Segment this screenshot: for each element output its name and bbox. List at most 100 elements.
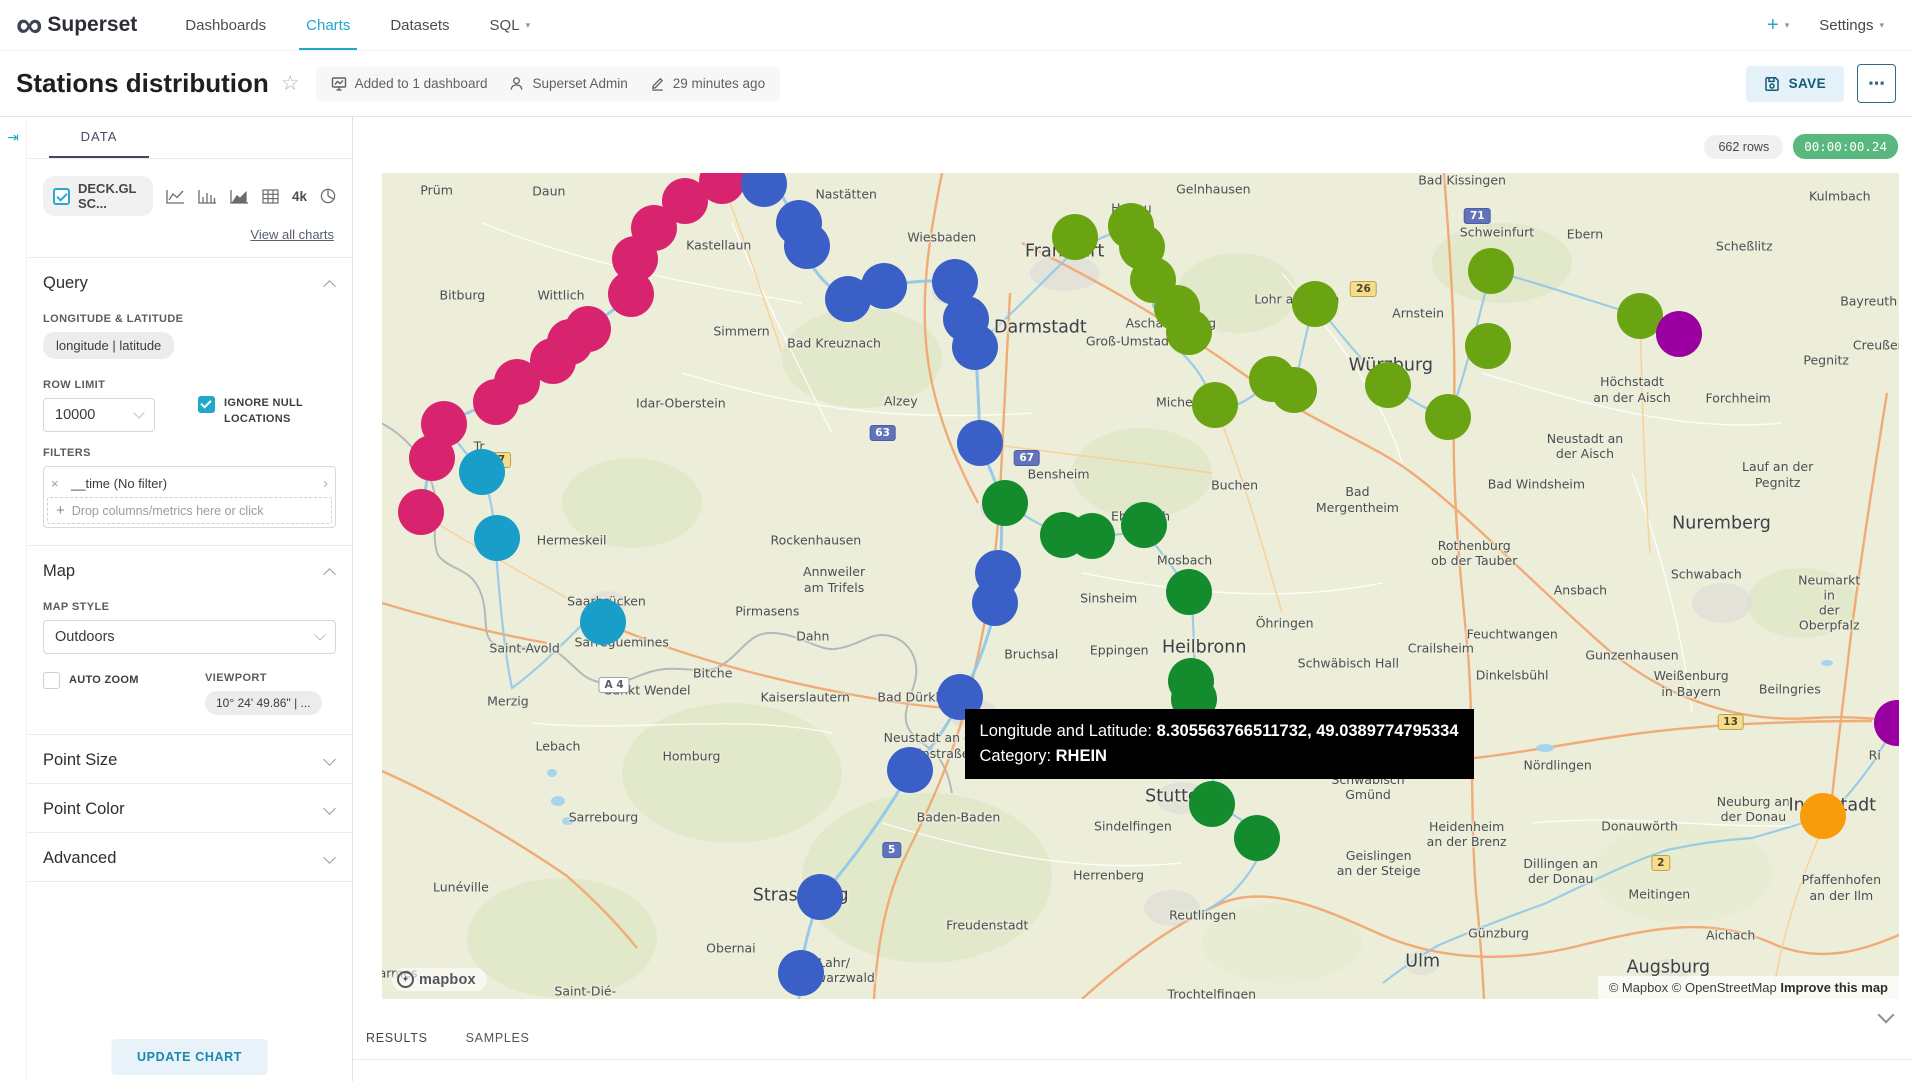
city-label: Annweiler am Trifels [803,564,865,595]
chevron-down-icon [323,753,336,766]
map-point-cyan[interactable] [474,515,520,561]
map-point-blue[interactable] [784,223,830,269]
map-point-blue[interactable] [797,874,843,920]
viewport-value-pill[interactable]: 10° 24' 49.86" | ... [205,691,322,715]
mapbox-logo[interactable]: ✦ mapbox [392,968,487,991]
city-label: Aichach [1706,927,1755,942]
city-label: Höchstadt an der Aisch [1593,374,1671,405]
city-label: Günzburg [1468,925,1529,940]
tab-data[interactable]: DATA [49,117,149,158]
nav-item-sql[interactable]: SQL▾ [470,0,551,50]
view-all-charts-link[interactable]: View all charts [43,227,334,242]
map-point-olive[interactable] [1425,394,1471,440]
collapse-results-chevron-icon[interactable] [1878,1007,1895,1024]
city-label: Idar-Oberstein [636,396,726,411]
area-chart-icon[interactable] [230,189,249,204]
attribution-improve-link[interactable]: Improve this map [1780,980,1888,995]
city-label: Feuchtwangen [1467,626,1558,641]
pie-chart-icon[interactable] [320,188,336,204]
section-query[interactable]: Query [43,258,336,306]
map-point-olive[interactable] [1052,214,1098,260]
superset-logo[interactable]: ∞ Superset [16,5,137,45]
modified-meta[interactable]: 29 minutes ago [650,76,765,91]
map-point-blue[interactable] [952,324,998,370]
chevron-up-icon [323,568,336,581]
section-point-color[interactable]: Point Color [43,784,336,832]
save-button[interactable]: SAVE [1746,66,1844,102]
map-point-blue[interactable] [887,747,933,793]
more-options-button[interactable]: ⋯ [1857,64,1896,103]
map-point-olive[interactable] [1465,323,1511,369]
map-point-cyan[interactable] [459,449,505,495]
section-advanced[interactable]: Advanced [43,833,336,881]
collapse-panel-icon[interactable]: ⇥ [0,129,26,146]
map-point-olive[interactable] [1192,382,1238,428]
nav-item-charts[interactable]: Charts [286,0,370,50]
map-point-green[interactable] [1234,815,1280,861]
city-label: Arnstein [1392,306,1444,321]
favorite-star-icon[interactable]: ☆ [281,71,300,96]
road-shield: 5 [882,842,901,858]
section-map[interactable]: Map [43,546,336,594]
filter-item-time[interactable]: × __time (No filter) › [47,470,332,497]
ignore-null-checkbox[interactable] [198,396,215,413]
attribution-mapbox-link[interactable]: © Mapbox [1609,980,1668,995]
map-point-green[interactable] [982,480,1028,526]
map-point-pink[interactable] [608,271,654,317]
deckgl-map[interactable]: Longitude and Latitude: 8.30556376651173… [382,173,1899,999]
filter-drop-zone[interactable]: + Drop columns/metrics here or click [47,497,332,524]
new-item-button[interactable]: + ▾ [1767,14,1789,37]
lonlat-label: LONGITUDE & LATITUDE [43,313,336,325]
city-label: Beilngries [1759,682,1821,697]
table-icon[interactable] [262,189,279,204]
auto-zoom-checkbox[interactable] [43,672,60,689]
map-point-blue[interactable] [957,420,1003,466]
map-point-olive[interactable] [1468,248,1514,294]
road-shield: 13 [1717,714,1744,730]
city-label: Öhringen [1256,616,1314,631]
viz-4k-option[interactable]: 4k [292,189,307,204]
map-point-blue[interactable] [778,950,824,996]
update-chart-button[interactable]: UPDATE CHART [111,1039,268,1075]
tab-results[interactable]: RESULTS [366,1031,428,1045]
owner-meta[interactable]: Superset Admin [509,76,627,91]
map-point-blue[interactable] [861,263,907,309]
map-point-pink[interactable] [409,435,455,481]
dashboards-meta[interactable]: Added to 1 dashboard [331,76,488,92]
map-point-cyan[interactable] [580,599,626,645]
map-point-green[interactable] [1189,781,1235,827]
tab-samples[interactable]: SAMPLES [466,1031,530,1045]
section-point-size[interactable]: Point Size [43,735,336,783]
viz-type-pill[interactable]: DECK.GL SC... [43,176,153,216]
city-label: Merzig [487,693,529,708]
map-point-purple[interactable] [1656,311,1702,357]
nav-item-datasets[interactable]: Datasets [370,0,469,50]
map-point-orange[interactable] [1800,793,1846,839]
map-point-olive[interactable] [1166,309,1212,355]
filters-box: × __time (No filter) › + Drop columns/me… [43,466,336,528]
map-style-value: Outdoors [55,629,115,645]
map-style-select[interactable]: Outdoors [43,620,336,654]
settings-menu[interactable]: Settings ▾ [1819,17,1884,34]
section-label: Advanced [43,849,116,868]
city-label: Gunzenhausen [1585,647,1678,662]
map-point-blue[interactable] [972,580,1018,626]
nav-item-dashboards[interactable]: Dashboards [165,0,286,50]
lonlat-value-pill[interactable]: longitude | latitude [43,332,174,359]
map-point-olive[interactable] [1292,281,1338,327]
remove-filter-icon[interactable]: × [51,476,71,491]
map-point-olive[interactable] [1365,362,1411,408]
line-chart-icon[interactable] [166,189,185,204]
map-point-green[interactable] [1121,502,1167,548]
bar-chart-icon[interactable] [198,189,217,204]
map-point-olive[interactable] [1271,367,1317,413]
city-label: Daun [532,184,565,199]
attribution-osm-link[interactable]: © OpenStreetMap [1672,980,1777,995]
map-point-green[interactable] [1069,513,1115,559]
map-attribution: © Mapbox © OpenStreetMap Improve this ma… [1598,976,1899,999]
map-point-pink[interactable] [473,379,519,425]
row-limit-select[interactable]: 10000 [43,398,155,432]
map-point-pink[interactable] [398,489,444,535]
map-point-green[interactable] [1166,569,1212,615]
city-label: Nördlingen [1524,758,1592,773]
